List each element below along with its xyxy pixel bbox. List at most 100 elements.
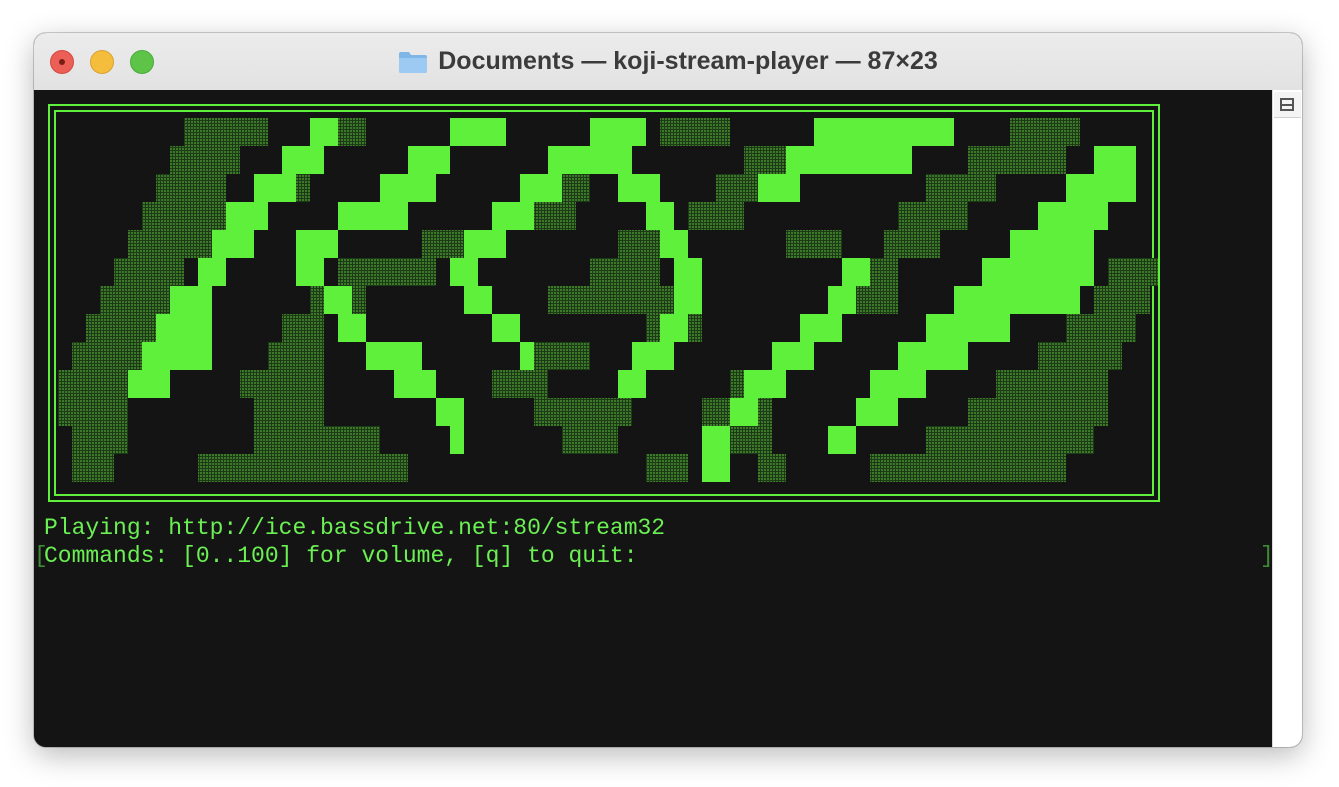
logo-shadow-cell bbox=[618, 230, 660, 258]
logo-stroke-cell bbox=[814, 118, 954, 146]
logo-shadow-cell bbox=[926, 426, 1094, 454]
logo-shadow-cell bbox=[72, 426, 128, 454]
logo-shadow-cell bbox=[1010, 118, 1080, 146]
logo-stroke-cell bbox=[702, 426, 730, 454]
terminal-window: Documents — koji-stream-player — 87×23 P… bbox=[34, 33, 1302, 747]
logo-stroke-cell bbox=[310, 118, 338, 146]
logo-stroke-cell bbox=[828, 426, 856, 454]
logo-stroke-cell bbox=[590, 118, 646, 146]
terminal-content[interactable]: Playing: http://ice.bassdrive.net:80/str… bbox=[34, 90, 1274, 747]
logo-shadow-cell bbox=[562, 426, 618, 454]
logo-stroke-cell bbox=[142, 342, 212, 370]
logo-stroke-cell bbox=[1066, 174, 1136, 202]
logo-stroke-cell bbox=[632, 342, 674, 370]
logo-stroke-cell bbox=[1038, 202, 1108, 230]
logo-shadow-cell bbox=[268, 342, 324, 370]
logo-shadow-cell bbox=[996, 370, 1108, 398]
logo-stroke-cell bbox=[436, 398, 464, 426]
logo-shadow-cell bbox=[58, 398, 128, 426]
logo-shadow-cell bbox=[338, 258, 394, 286]
logo-shadow-cell bbox=[1038, 342, 1122, 370]
logo-shadow-cell bbox=[86, 314, 156, 342]
logo-stroke-cell bbox=[394, 370, 436, 398]
logo-stroke-cell bbox=[982, 258, 1094, 286]
commands-prompt-line[interactable]: Commands: [0..100] for volume, [q] to qu… bbox=[44, 542, 638, 570]
logo-shadow-cell bbox=[758, 454, 786, 482]
logo-shadow-cell bbox=[254, 426, 380, 454]
logo-stroke-cell bbox=[646, 202, 674, 230]
logo-shadow-cell bbox=[590, 258, 660, 286]
logo-shadow-cell bbox=[968, 398, 1108, 426]
folder-icon bbox=[399, 51, 428, 73]
logo-shadow-cell bbox=[884, 230, 940, 258]
logo-stroke-cell bbox=[198, 258, 226, 286]
logo-stroke-cell bbox=[324, 286, 352, 314]
logo-shadow-cell bbox=[786, 230, 842, 258]
logo-stroke-cell bbox=[674, 258, 702, 286]
logo-stroke-cell bbox=[408, 146, 450, 174]
window-title: Documents — koji-stream-player — 87×23 bbox=[438, 47, 938, 75]
logo-stroke-cell bbox=[702, 454, 730, 482]
logo-stroke-cell bbox=[170, 286, 212, 314]
logo-stroke-cell bbox=[226, 202, 268, 230]
split-pane-icon[interactable] bbox=[1274, 92, 1301, 118]
logo-stroke-cell bbox=[254, 174, 296, 202]
logo-stroke-cell bbox=[618, 174, 660, 202]
logo-stroke-cell bbox=[1094, 146, 1136, 174]
logo-stroke-cell bbox=[954, 286, 1080, 314]
logo-stroke-cell bbox=[842, 258, 870, 286]
logo-shadow-cell bbox=[968, 146, 1066, 174]
logo-shadow-cell bbox=[492, 370, 548, 398]
playing-status-line: Playing: http://ice.bassdrive.net:80/str… bbox=[44, 515, 666, 541]
logo-shadow-cell bbox=[282, 314, 324, 342]
logo-stroke-cell bbox=[744, 370, 786, 398]
logo-stroke-cell bbox=[520, 342, 534, 370]
logo-stroke-cell bbox=[212, 230, 254, 258]
logo-stroke-cell bbox=[128, 370, 170, 398]
logo-stroke-cell bbox=[786, 146, 912, 174]
logo-shadow-cell bbox=[114, 258, 184, 286]
logo-stroke-cell bbox=[156, 314, 212, 342]
logo-stroke-cell bbox=[856, 398, 898, 426]
logo-shadow-cell bbox=[660, 118, 730, 146]
logo-shadow-cell bbox=[688, 202, 744, 230]
logo-stroke-cell bbox=[380, 174, 436, 202]
logo-shadow-cell bbox=[170, 146, 240, 174]
logo-shadow-cell bbox=[72, 454, 114, 482]
logo-shadow-cell bbox=[156, 174, 226, 202]
logo-shadow-cell bbox=[142, 202, 226, 230]
logo-shadow-cell bbox=[870, 454, 1066, 482]
logo-stroke-cell bbox=[464, 286, 492, 314]
logo-stroke-cell bbox=[926, 314, 1010, 342]
logo-shadow-cell bbox=[1108, 258, 1158, 286]
logo-stroke-cell bbox=[450, 258, 478, 286]
logo-stroke-cell bbox=[660, 230, 688, 258]
logo-stroke-cell bbox=[296, 258, 324, 286]
title-bar: Documents — koji-stream-player — 87×23 bbox=[34, 33, 1302, 91]
logo-stroke-cell bbox=[772, 342, 814, 370]
logo-shadow-cell bbox=[898, 202, 968, 230]
logo-stroke-cell bbox=[800, 314, 842, 342]
logo-stroke-cell bbox=[366, 342, 422, 370]
logo-stroke-cell bbox=[338, 314, 366, 342]
logo-stroke-cell bbox=[828, 286, 856, 314]
logo-stroke-cell bbox=[492, 314, 520, 342]
logo-stroke-cell bbox=[618, 370, 646, 398]
scrollbar[interactable] bbox=[1272, 90, 1302, 747]
logo-stroke-cell bbox=[660, 314, 688, 342]
logo-shadow-cell bbox=[254, 398, 324, 426]
logo-shadow-cell bbox=[198, 454, 408, 482]
logo-shadow-cell bbox=[128, 230, 212, 258]
logo-stroke-cell bbox=[450, 118, 506, 146]
logo-shadow-cell bbox=[1066, 314, 1136, 342]
logo-stroke-cell bbox=[758, 174, 800, 202]
window-title-group: Documents — koji-stream-player — 87×23 bbox=[34, 33, 1302, 90]
logo-shadow-cell bbox=[1094, 286, 1150, 314]
logo-stroke-cell bbox=[674, 286, 702, 314]
logo-stroke-cell bbox=[464, 230, 506, 258]
logo-shadow-cell bbox=[58, 370, 128, 398]
logo-shadow-cell bbox=[926, 174, 996, 202]
logo-shadow-cell bbox=[240, 370, 324, 398]
logo-shadow-cell bbox=[534, 398, 632, 426]
logo-stroke-cell bbox=[450, 426, 464, 454]
